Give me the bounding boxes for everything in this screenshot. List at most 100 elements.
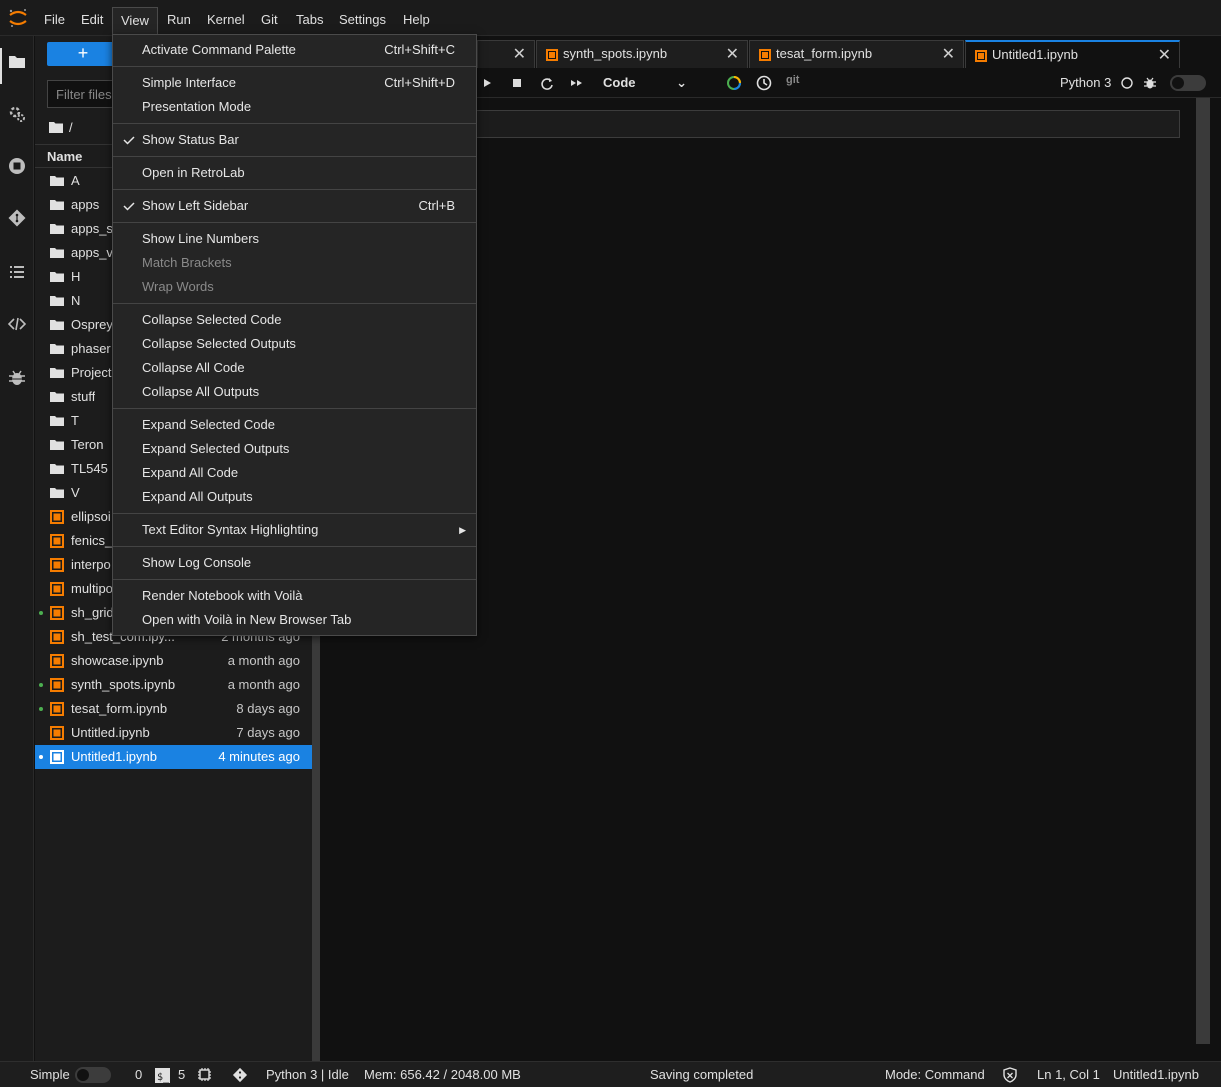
folder-icon xyxy=(50,440,64,450)
new-launcher-button[interactable]: + xyxy=(47,42,119,66)
breadcrumb: / xyxy=(49,118,73,136)
file-list-item[interactable]: tesat_form.ipynb 8 days ago xyxy=(35,697,312,721)
loading-ring-icon xyxy=(727,76,741,90)
restart-icon[interactable] xyxy=(540,75,554,91)
menu-item-label: Show Status Bar xyxy=(142,132,239,147)
menu-item-label: Open with Voilà in New Browser Tab xyxy=(142,612,352,627)
menu-item-label: Presentation Mode xyxy=(142,99,252,114)
tab-hidden[interactable]: ✕ xyxy=(477,40,535,68)
menu-item-open-with-voil-in-new-browser-tab[interactable]: Open with Voilà in New Browser Tab xyxy=(113,608,476,632)
kernel-idle-icon xyxy=(1121,77,1133,89)
file-list-item[interactable]: Untitled1.ipynb 4 minutes ago xyxy=(35,745,312,769)
menu-separator xyxy=(113,579,476,580)
close-icon[interactable]: ✕ xyxy=(513,44,526,64)
menu-edit[interactable]: Edit xyxy=(73,9,111,31)
table-of-contents-icon[interactable] xyxy=(7,262,27,282)
menu-item-collapse-all-outputs[interactable]: Collapse All Outputs xyxy=(113,380,476,404)
menu-item-show-status-bar[interactable]: Show Status Bar xyxy=(113,128,476,152)
debugger-icon[interactable] xyxy=(7,368,27,388)
folder-icon xyxy=(50,416,64,426)
breadcrumb-path[interactable]: / xyxy=(69,120,73,135)
menu-item-collapse-selected-outputs[interactable]: Collapse Selected Outputs xyxy=(113,332,476,356)
file-name: apps_st xyxy=(71,221,117,236)
menu-file[interactable]: File xyxy=(36,9,73,31)
tab-synth-spots[interactable]: synth_spots.ipynb ✕ xyxy=(536,40,748,68)
running-terminals-icon[interactable] xyxy=(7,104,27,124)
checkmark-icon xyxy=(123,136,135,145)
menu-separator xyxy=(113,156,476,157)
name-column-header[interactable]: Name xyxy=(47,149,82,164)
menu-item-text-editor-syntax-highlighting[interactable]: Text Editor Syntax Highlighting ▶ xyxy=(113,518,476,542)
menu-kernel[interactable]: Kernel xyxy=(199,9,253,31)
running-indicator xyxy=(39,707,43,711)
menu-item-expand-selected-code[interactable]: Expand Selected Code xyxy=(113,413,476,437)
file-list-item[interactable]: synth_spots.ipynb a month ago xyxy=(35,673,312,697)
file-modified: 8 days ago xyxy=(236,701,300,716)
menu-git[interactable]: Git xyxy=(253,9,286,31)
code-cell-editor[interactable] xyxy=(474,110,1180,138)
stop-icon[interactable] xyxy=(512,75,522,91)
kernel-name[interactable]: Python 3 xyxy=(1060,75,1111,90)
close-icon[interactable]: ✕ xyxy=(1158,45,1171,65)
tab-untitled1[interactable]: Untitled1.ipynb ✕ xyxy=(965,40,1180,68)
menu-separator xyxy=(113,546,476,547)
bug-icon[interactable] xyxy=(1143,75,1157,91)
terminal-icon[interactable]: $_ xyxy=(155,1068,170,1083)
file-modified: 7 days ago xyxy=(236,725,300,740)
active-tab-indicator xyxy=(0,48,2,84)
trust-shield-icon[interactable] xyxy=(1002,1067,1018,1083)
menu-item-collapse-all-code[interactable]: Collapse All Code xyxy=(113,356,476,380)
menu-item-expand-all-code[interactable]: Expand All Code xyxy=(113,461,476,485)
chip-icon[interactable] xyxy=(197,1067,212,1082)
menu-view[interactable]: View xyxy=(112,7,158,35)
menu-item-collapse-selected-code[interactable]: Collapse Selected Code xyxy=(113,308,476,332)
folder-icon xyxy=(50,272,64,282)
file-list-item[interactable]: showcase.ipynb a month ago xyxy=(35,649,312,673)
stop-circle-icon[interactable] xyxy=(7,156,27,176)
menu-item-activate-command-palette[interactable]: Activate Command Palette Ctrl+Shift+C xyxy=(113,38,476,62)
menu-item-show-log-console[interactable]: Show Log Console xyxy=(113,551,476,575)
terminal-count[interactable]: 0 xyxy=(135,1067,142,1082)
menu-item-presentation-mode[interactable]: Presentation Mode xyxy=(113,95,476,119)
command-mode[interactable]: Mode: Command xyxy=(885,1067,985,1082)
git-status-icon[interactable] xyxy=(231,1066,249,1084)
code-icon[interactable] xyxy=(7,314,27,334)
simple-mode-toggle[interactable] xyxy=(75,1067,111,1083)
menu-item-show-left-sidebar[interactable]: Show Left Sidebar Ctrl+B xyxy=(113,194,476,218)
clock-icon[interactable] xyxy=(756,75,772,91)
menu-settings[interactable]: Settings xyxy=(331,9,394,31)
git-diff-label[interactable]: git xyxy=(786,74,799,90)
folder-icon[interactable] xyxy=(7,52,27,72)
menu-item-open-in-retrolab[interactable]: Open in RetroLab xyxy=(113,161,476,185)
file-list-item[interactable]: Untitled.ipynb 7 days ago xyxy=(35,721,312,745)
close-icon[interactable]: ✕ xyxy=(942,44,955,64)
menu-tabs[interactable]: Tabs xyxy=(288,9,331,31)
file-name: N xyxy=(71,293,81,308)
running-indicator xyxy=(39,755,43,759)
file-name: apps xyxy=(71,197,100,212)
run-icon[interactable] xyxy=(483,75,493,91)
git-icon[interactable] xyxy=(7,208,27,228)
notebook-scrollbar[interactable] xyxy=(1196,98,1210,1044)
cell-type-select[interactable]: Code ⌄ xyxy=(603,72,687,94)
memory-usage: Mem: 656.42 / 2048.00 MB xyxy=(364,1067,521,1082)
menu-item-simple-interface[interactable]: Simple Interface Ctrl+Shift+D xyxy=(113,71,476,95)
tab-tesat-form[interactable]: tesat_form.ipynb ✕ xyxy=(749,40,964,68)
menu-item-render-notebook-with-voil[interactable]: Render Notebook with Voilà xyxy=(113,584,476,608)
menu-item-show-line-numbers[interactable]: Show Line Numbers xyxy=(113,227,476,251)
kernel-count[interactable]: 5 xyxy=(178,1067,185,1082)
kernel-status[interactable]: Python 3 | Idle xyxy=(266,1067,349,1082)
file-name: Untitled1.ipynb xyxy=(71,749,157,764)
fast-forward-icon[interactable] xyxy=(570,75,584,91)
svg-text:$_: $_ xyxy=(157,1072,170,1083)
chevron-down-icon: ⌄ xyxy=(676,75,687,90)
menu-item-expand-all-outputs[interactable]: Expand All Outputs xyxy=(113,485,476,509)
debugger-toggle[interactable] xyxy=(1170,75,1206,91)
menu-item-expand-selected-outputs[interactable]: Expand Selected Outputs xyxy=(113,437,476,461)
menu-item-label: Activate Command Palette xyxy=(142,42,296,57)
close-icon[interactable]: ✕ xyxy=(726,44,739,64)
menu-help[interactable]: Help xyxy=(395,9,438,31)
cursor-position[interactable]: Ln 1, Col 1 xyxy=(1037,1067,1100,1082)
menu-run[interactable]: Run xyxy=(159,9,199,31)
home-folder-icon[interactable] xyxy=(49,121,63,133)
